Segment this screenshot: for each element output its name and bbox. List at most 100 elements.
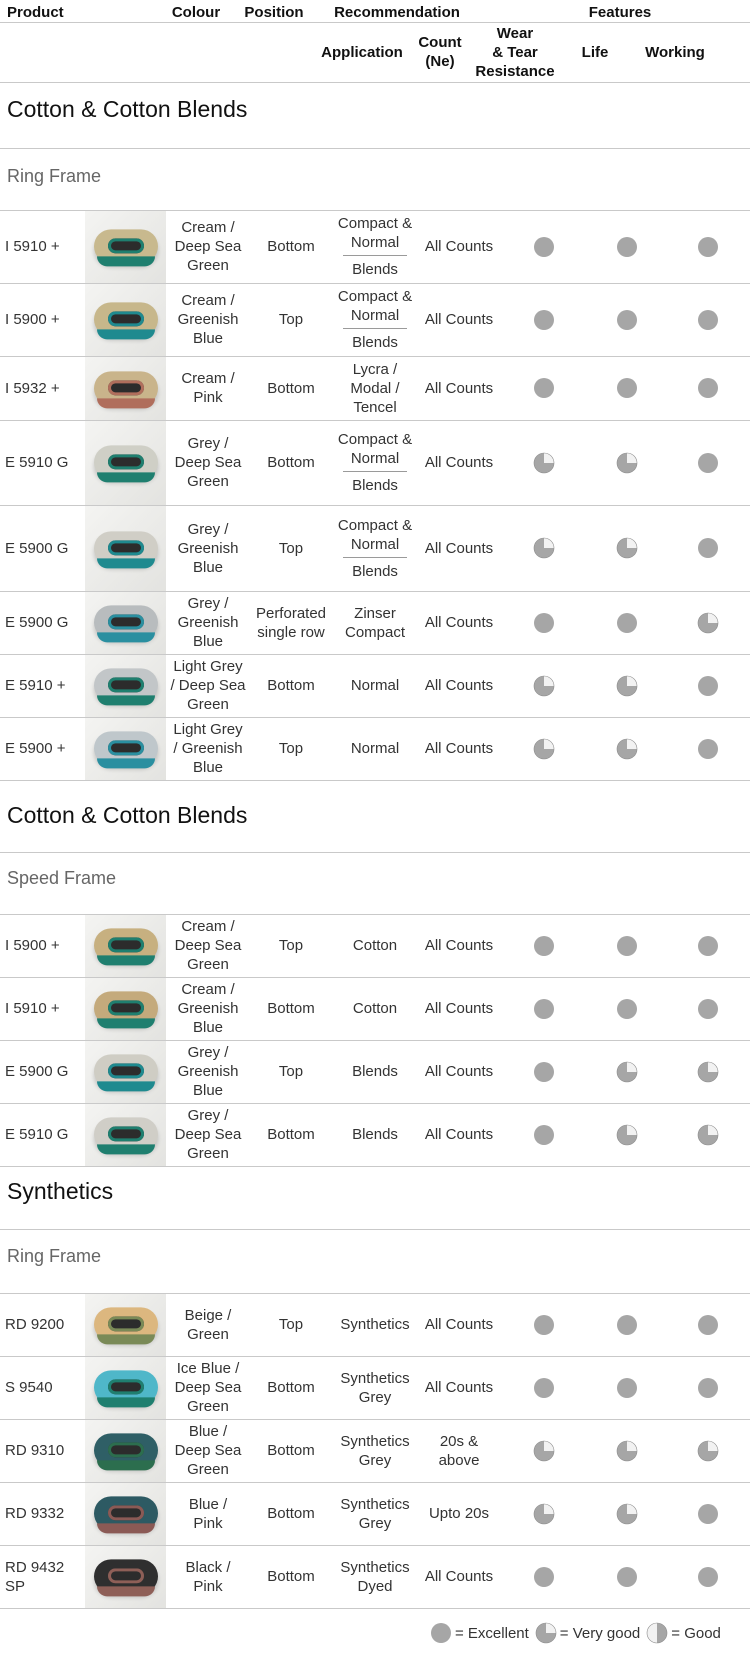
application-cell: Compact & Normal Blends xyxy=(335,420,415,505)
header-recommendation: Recommendation xyxy=(334,3,460,21)
position-cell: Top xyxy=(250,717,332,780)
count-line: All Counts xyxy=(424,1000,494,1017)
belt-image xyxy=(85,284,166,356)
application-line: Cotton xyxy=(352,1000,398,1017)
application-line: Synthetics xyxy=(340,1495,410,1513)
colour-line: / Greenish xyxy=(173,740,243,757)
belt-edge xyxy=(96,1144,155,1155)
application-line: Modal / xyxy=(350,379,400,397)
colour-cell: Blue / Pink xyxy=(168,1482,248,1545)
legend-good: = Good xyxy=(671,1624,721,1642)
position-line: Top xyxy=(278,539,304,557)
belt-edge xyxy=(96,758,155,769)
product-name: RD 9332 xyxy=(5,1505,65,1522)
header-wear: Wear & Tear Resistance xyxy=(475,24,555,81)
excellent-icon xyxy=(431,1623,451,1643)
position-cell: Bottom xyxy=(250,1545,332,1608)
count-cell: All Counts xyxy=(418,654,500,717)
colour-line: Grey / xyxy=(187,595,229,612)
row-divider xyxy=(0,1166,750,1167)
belt-hole xyxy=(107,539,144,555)
header-features: Features xyxy=(588,3,652,21)
application-line: Lycra / xyxy=(352,360,398,378)
count-line: All Counts xyxy=(424,1379,494,1396)
count-line: All Counts xyxy=(424,1063,494,1080)
life-rating-very-good-icon xyxy=(616,537,638,559)
product-name: E 5900 G xyxy=(5,539,69,557)
count-line: All Counts xyxy=(424,539,494,557)
application-line: Compact xyxy=(344,623,406,641)
position-cell: Bottom xyxy=(250,420,332,505)
application-cell: Synthetics xyxy=(335,1293,415,1356)
section-title: Synthetics xyxy=(7,1178,114,1204)
application-line: Zinser xyxy=(354,604,396,622)
working-rating-excellent-icon xyxy=(698,309,718,330)
belt-icon xyxy=(93,1496,158,1534)
colour-line: Green xyxy=(187,1145,229,1162)
life-rating-excellent-icon xyxy=(617,1377,637,1398)
belt-icon xyxy=(93,928,158,966)
product-name: I 5910 + xyxy=(5,1000,60,1017)
application-line: Dyed xyxy=(357,1577,393,1595)
position-line: Top xyxy=(278,740,304,757)
belt-hole xyxy=(107,311,144,327)
colour-line: Cream / xyxy=(181,370,235,387)
application-cell: Synthetics Grey xyxy=(335,1356,415,1419)
header-count-line1: Count xyxy=(418,34,462,51)
colour-cell: Grey / Greenish Blue xyxy=(168,505,248,591)
application-line: Grey xyxy=(358,1514,392,1532)
application-bottom-line: Blends xyxy=(352,562,398,580)
header-colour: Colour xyxy=(171,3,221,21)
product-name: E 5910 G xyxy=(5,1126,69,1143)
colour-line: Deep Sea xyxy=(174,238,242,255)
belt-image xyxy=(85,1294,166,1356)
colour-line: Green xyxy=(187,257,229,274)
belt-icon xyxy=(93,530,158,568)
position-line: Bottom xyxy=(267,1000,315,1017)
count-line: 20s & xyxy=(439,1432,479,1450)
count-cell: All Counts xyxy=(418,1545,500,1608)
colour-cell: Cream / Greenish Blue xyxy=(168,283,248,356)
page: { "header": { "product": "Product", "col… xyxy=(0,0,750,1665)
life-rating-very-good-icon xyxy=(616,452,638,473)
belt-icon xyxy=(93,370,158,408)
life-rating-excellent-icon xyxy=(617,236,637,257)
belt-edge xyxy=(96,1460,155,1471)
life-rating-very-good-icon xyxy=(616,738,638,759)
product-name: E 5900 + xyxy=(5,740,66,757)
header-count: Count (Ne) xyxy=(410,32,470,72)
life-rating-excellent-icon xyxy=(617,1566,637,1587)
belt-hole xyxy=(107,614,144,630)
wear-rating-excellent-icon xyxy=(534,1377,554,1398)
working-rating-excellent-icon xyxy=(698,998,718,1019)
belt-edge xyxy=(96,1523,155,1534)
belt-icon xyxy=(93,445,158,483)
application-cell: Normal xyxy=(335,654,415,717)
colour-line: Green xyxy=(187,1461,229,1478)
position-line: Top xyxy=(278,937,304,954)
colour-cell: Light Grey / Greenish Blue xyxy=(168,717,248,780)
belt-hole xyxy=(107,937,144,953)
header-wear-line1: Wear xyxy=(496,25,534,42)
belt-image xyxy=(85,211,166,283)
application-divider xyxy=(343,471,407,472)
wear-rating-excellent-icon xyxy=(534,612,554,633)
colour-line: Blue xyxy=(192,759,224,776)
working-rating-excellent-icon xyxy=(698,738,718,759)
working-rating-excellent-icon xyxy=(698,675,718,696)
count-cell: Upto 20s xyxy=(418,1482,500,1545)
life-rating-excellent-icon xyxy=(617,935,637,956)
product-name: E 5900 G xyxy=(5,614,69,631)
position-line: Bottom xyxy=(267,1126,315,1143)
position-cell: Top xyxy=(250,283,332,356)
count-line: All Counts xyxy=(424,740,494,757)
row-divider xyxy=(0,1608,750,1609)
count-line: All Counts xyxy=(424,1316,494,1333)
belt-edge xyxy=(96,397,155,408)
position-line: Bottom xyxy=(267,1505,315,1522)
belt-edge xyxy=(96,1018,155,1029)
position-cell: Perforated single row xyxy=(250,591,332,654)
header-position: Position xyxy=(244,3,304,21)
working-rating-excellent-icon xyxy=(698,378,718,398)
belt-image xyxy=(85,357,166,420)
